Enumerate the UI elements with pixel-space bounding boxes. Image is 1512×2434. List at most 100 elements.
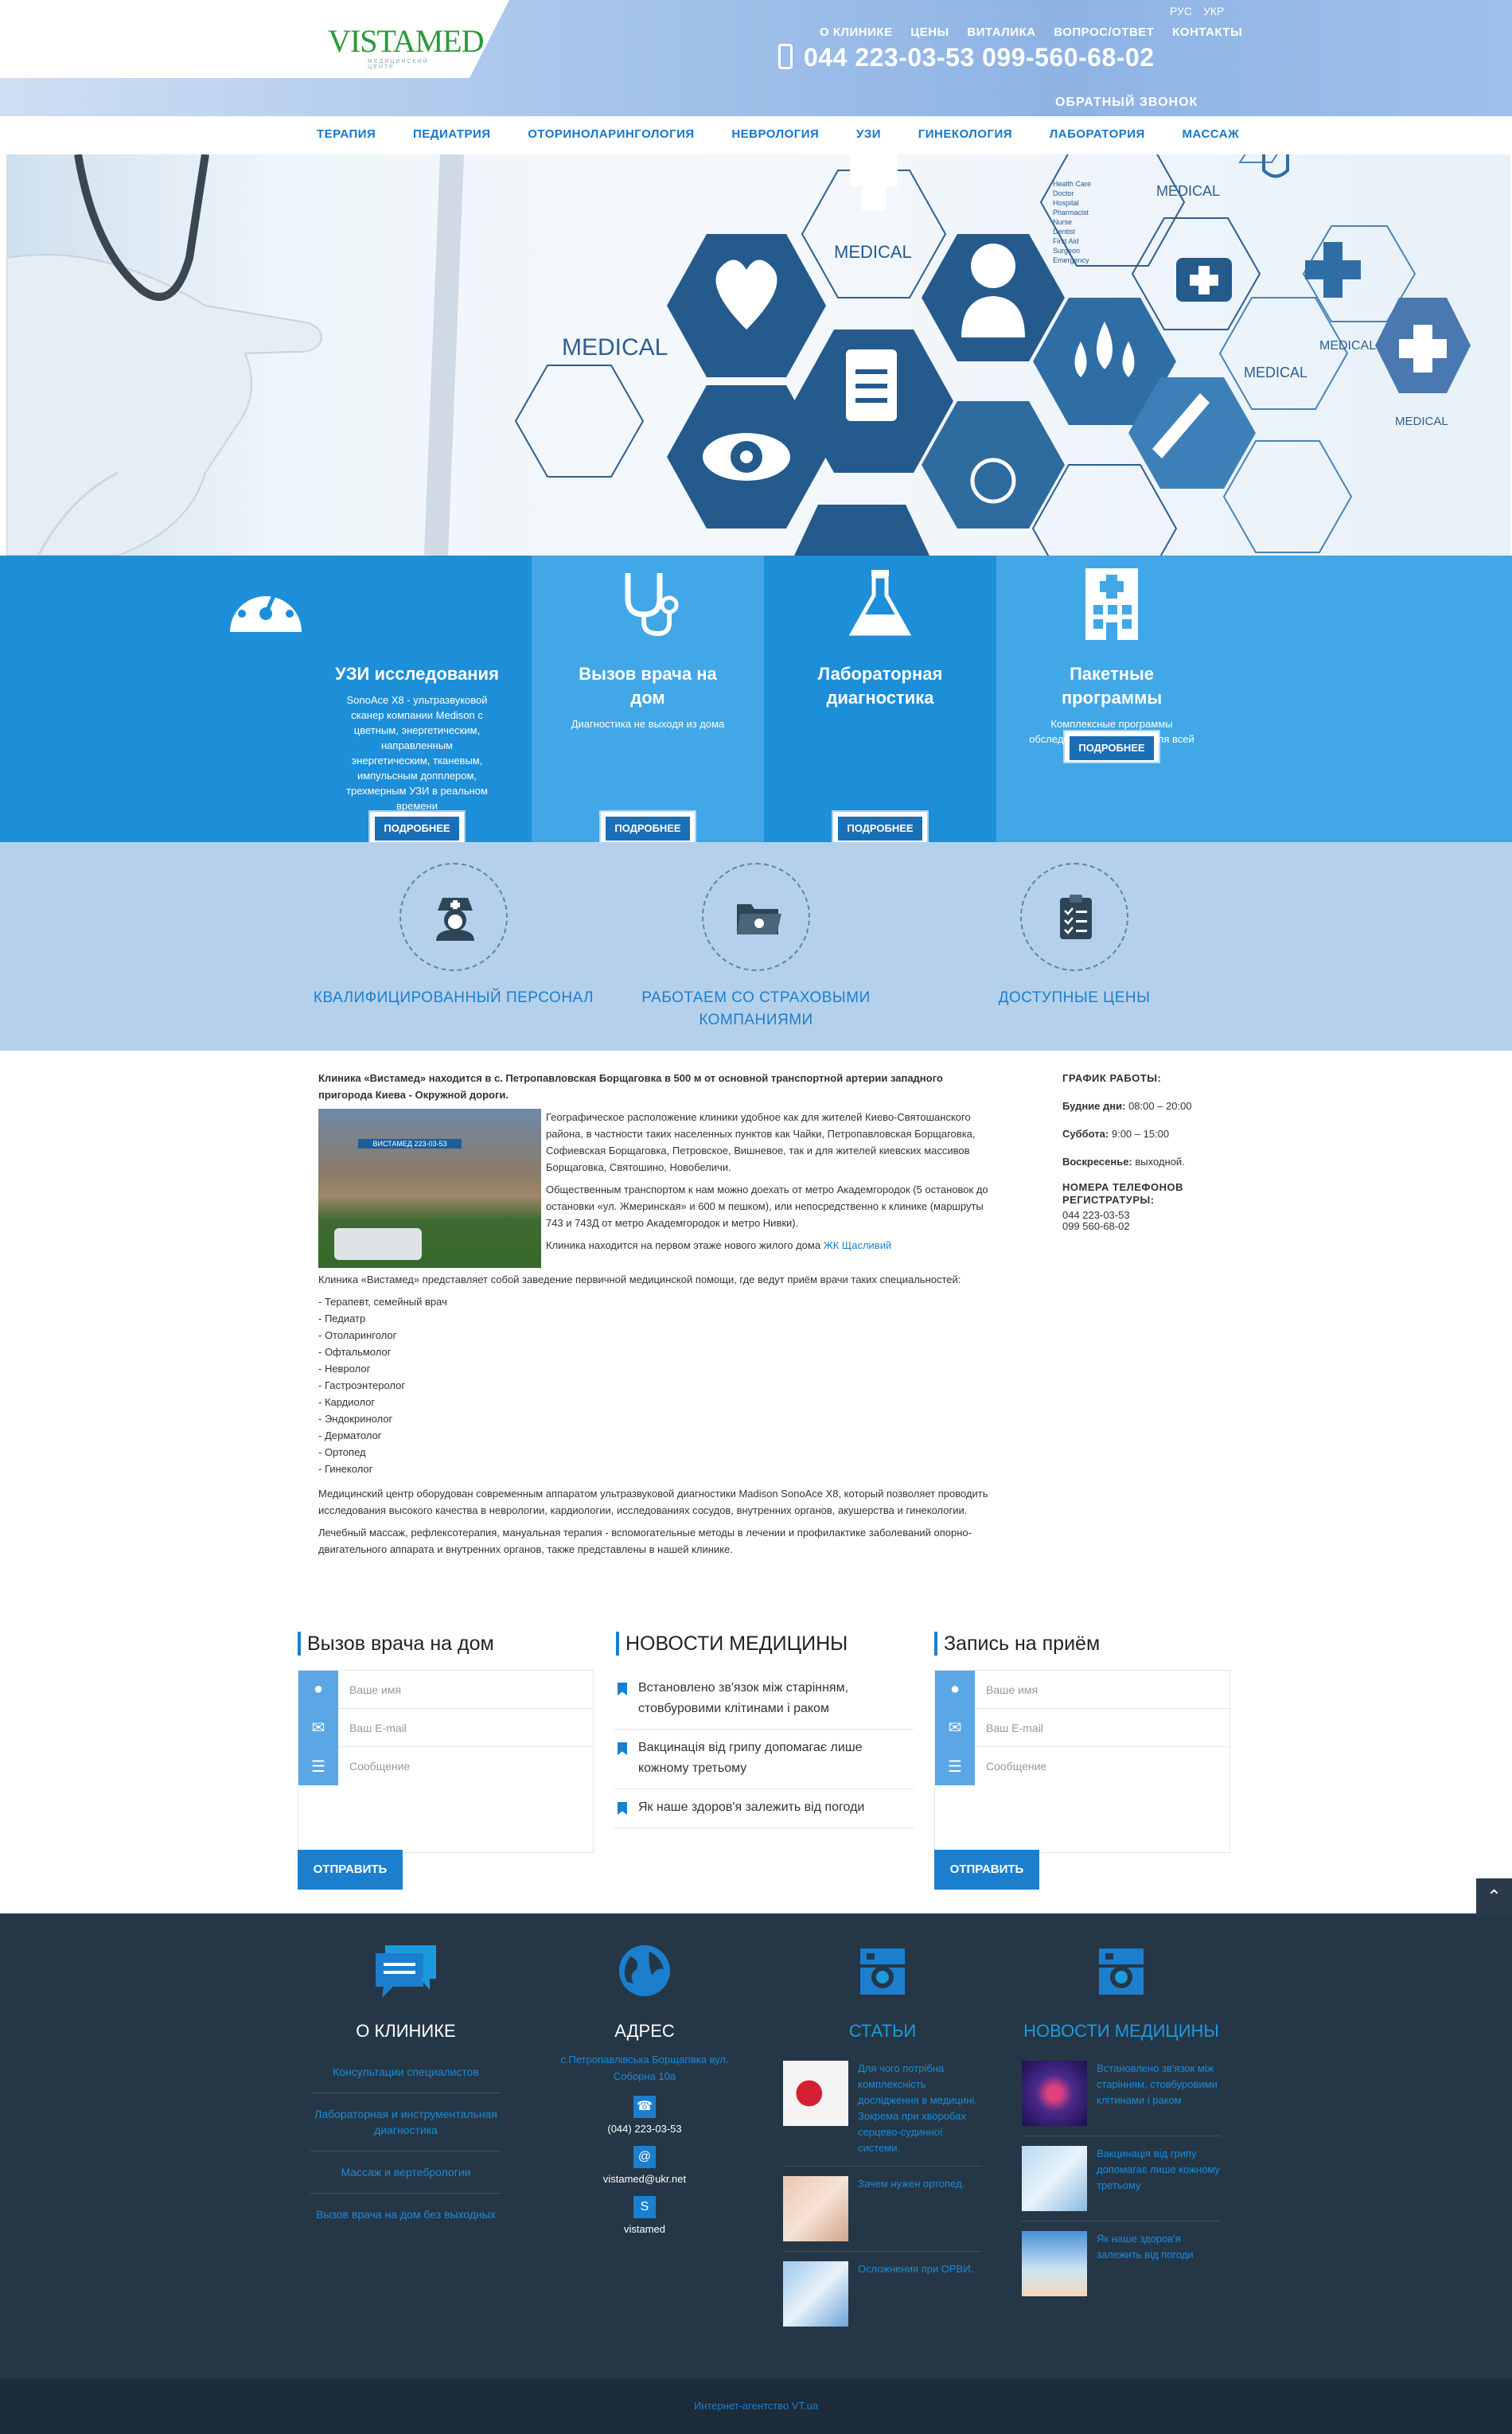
message-field[interactable]: ☰ Сообщение	[935, 1747, 1229, 1785]
hero-service-list: Health Care Doctor Hospital Pharmacist N…	[1053, 180, 1091, 264]
content-paragraph: Клиника «Вистамед» представляет собой за…	[318, 1274, 961, 1285]
registry-phone[interactable]: 044 223-03-53	[1062, 1210, 1222, 1221]
footer-news: НОВОСТИ МЕДИЦИНЫ Встановлено зв'язок між…	[1022, 1942, 1221, 2306]
content-paragraph: Медицинский центр оборудован современным…	[318, 1488, 988, 1516]
registry-phone[interactable]: 099 560-68-02	[1062, 1221, 1222, 1232]
scroll-top-button[interactable]: ⌃	[1476, 1878, 1512, 1917]
footer-news-item[interactable]: Вакцинація від грипу допомагає лише кожн…	[1022, 2136, 1221, 2221]
menu-ent[interactable]: ОТОРИНОЛАРИНГОЛОГИЯ	[528, 127, 694, 141]
top-nav-vitalika[interactable]: ВИТАЛИКА	[967, 25, 1035, 39]
list-item: - Терапевт, семейный врач	[318, 1296, 447, 1308]
appointment-title: Запись на приём	[934, 1632, 1100, 1656]
flask-icon	[848, 570, 912, 636]
menu-gynecology[interactable]: ГИНЕКОЛОГИЯ	[918, 127, 1012, 141]
language-switch: РУС УКР	[1170, 5, 1232, 18]
tile-more-button[interactable]: ПОДРОБНЕЕ	[368, 810, 466, 844]
camera-icon	[1099, 1948, 1144, 1995]
tile-more-button[interactable]: ПОДРОБНЕЕ	[832, 810, 929, 844]
list-item: - Невролог	[318, 1363, 371, 1375]
svg-text:Nurse: Nurse	[1053, 218, 1072, 226]
footer-skype[interactable]: vistamed	[549, 2223, 740, 2235]
article-item[interactable]: Для чого потрібна комплексність дослідже…	[783, 2051, 982, 2167]
article-item[interactable]: Зачем нужен ортопед.	[783, 2167, 982, 2252]
lang-ru[interactable]: РУС	[1170, 5, 1192, 18]
checklist-icon	[1020, 863, 1128, 971]
list-item: - Эндокринолог	[318, 1413, 393, 1425]
article-item[interactable]: Осложнения при ОРВИ.	[783, 2252, 982, 2336]
about-content: Клиника «Вистамед» находится в с. Петроп…	[318, 1070, 991, 1563]
content-paragraph: Лечебный массаж, рефлексотерапия, мануал…	[318, 1527, 972, 1555]
menu-pediatrics[interactable]: ПЕДИАТРИЯ	[413, 127, 491, 141]
menu-ultrasound[interactable]: УЗИ	[856, 127, 881, 141]
feature-tiles: УЗИ исследования SonoAce X8 - ультразвук…	[0, 556, 1512, 844]
name-field[interactable]: ● Ваше имя	[935, 1670, 1229, 1709]
logo-text: VISTAMED	[328, 23, 484, 59]
agency-link[interactable]: Интернет-агентство VT.ua	[694, 2400, 818, 2412]
skype-icon: S	[633, 2196, 656, 2218]
tile-more-button[interactable]: ПОДРОБНЕЕ	[599, 810, 696, 844]
phone-numbers[interactable]: 044 223-03-53 099-560-68-02	[804, 43, 1155, 72]
footer-link[interactable]: Вызов врача на дом без выходных	[310, 2194, 501, 2235]
tile-ultrasound: УЗИ исследования SonoAce X8 - ультразвук…	[0, 556, 532, 844]
tile-title: УЗИ исследования	[335, 664, 499, 684]
top-nav-faq[interactable]: ВОПРОС/ОТВЕТ	[1054, 25, 1154, 39]
tile-more-button[interactable]: ПОДРОБНЕЕ	[1063, 730, 1160, 763]
footer-email[interactable]: vistamed@ukr.net	[549, 2173, 740, 2185]
advantage-insurance: РАБОТАЕМ СО СТРАХОВЫМИ КОМПАНИЯМИ	[629, 863, 883, 1032]
hero-label-medical-4: MEDICAL	[1244, 365, 1307, 380]
footer-address: АДРЕС с.Петропавлівська Борщагівка вул. …	[549, 1942, 740, 2235]
hero-label-medical-3: MEDICAL	[1156, 183, 1220, 199]
email-field[interactable]: ✉ Ваш E-mail	[298, 1708, 593, 1747]
envelope-icon: ✉	[298, 1708, 338, 1747]
menu-neurology[interactable]: НЕВРОЛОГИЯ	[731, 127, 819, 141]
footer-about-title: О КЛИНИКЕ	[356, 2021, 456, 2041]
menu-laboratory[interactable]: ЛАБОРАТОРИЯ	[1050, 127, 1145, 141]
email-field[interactable]: ✉ Ваш E-mail	[935, 1708, 1229, 1747]
menu-therapy[interactable]: ТЕРАПИЯ	[317, 127, 376, 141]
name-field[interactable]: ● Ваше имя	[298, 1670, 593, 1709]
appointment-form: ● Ваше имя ✉ Ваш E-mail ☰ Сообщение	[934, 1670, 1230, 1853]
footer-phone[interactable]: (044) 223-03-53	[549, 2123, 740, 2135]
top-nav-contacts[interactable]: КОНТАКТЫ	[1172, 25, 1242, 39]
news-list: Встановлено зв'язок між старінням, стовб…	[614, 1670, 914, 1828]
call-send-button[interactable]: ОТПРАВИТЬ	[298, 1850, 403, 1890]
svg-text:Doctor: Doctor	[1053, 189, 1074, 197]
stethoscope-icon	[625, 573, 679, 637]
news-item[interactable]: Встановлено зв'язок між старінням, стовб…	[614, 1670, 914, 1730]
hero-banner: MEDICAL MEDICAL MEDICAL MEDICAL MEDICAL …	[6, 154, 1510, 556]
user-icon: ●	[298, 1670, 338, 1709]
globe-icon	[619, 1945, 670, 1996]
top-nav-about[interactable]: О КЛИНИКЕ	[820, 25, 893, 39]
news-item[interactable]: Як наше здоров'я залежить від погоди	[614, 1789, 914, 1828]
bookmark-icon	[618, 1742, 627, 1755]
logo[interactable]: VISTAMED МЕДИЦИНСКИЙ ЦЕНТР	[328, 18, 484, 81]
footer-link[interactable]: Массаж и вертебрологии	[310, 2151, 501, 2194]
advantage-prices: ДОСТУПНЫЕ ЦЕНЫ	[963, 863, 1186, 1009]
top-nav-prices[interactable]: ЦЕНЫ	[910, 25, 949, 39]
complex-link[interactable]: ЖК Щасливий	[824, 1239, 892, 1251]
svg-text:Surgeon: Surgeon	[1053, 247, 1080, 255]
phones-title: НОМЕРА ТЕЛЕФОНОВ РЕГИСТРАТУРЫ:	[1062, 1181, 1184, 1206]
message-field[interactable]: ☰ Сообщение	[298, 1747, 593, 1785]
doctor-icon	[971, 244, 1015, 288]
footer-link[interactable]: Лабораторная и инструментальная диагност…	[310, 2093, 501, 2151]
hero-label-medical-6: MEDICAL	[1395, 415, 1448, 428]
footer-link[interactable]: Консультации специалистов	[310, 2051, 501, 2093]
news-item[interactable]: Вакцинація від грипу допомагає лише кожн…	[614, 1730, 914, 1789]
footer-articles-title: СТАТЬИ	[848, 2021, 917, 2041]
callback-button[interactable]: ОБРАТНЫЙ ЗВОНОК	[1055, 96, 1198, 110]
lang-ua[interactable]: УКР	[1203, 5, 1224, 18]
text-icon: ☰	[298, 1747, 338, 1785]
tile-title: Лабораторная диагностика	[817, 664, 943, 708]
svg-text:Health Care: Health Care	[1053, 180, 1091, 188]
menu-massage[interactable]: МАССАЖ	[1183, 127, 1240, 141]
footer-news-item[interactable]: Встановлено зв'язок між старінням, стовб…	[1022, 2051, 1221, 2136]
advantages: КВАЛИФИЦИРОВАННЫЙ ПЕРСОНАЛ РАБОТАЕМ СО С…	[0, 842, 1512, 1051]
list-item: - Офтальмолог	[318, 1346, 392, 1358]
list-item: - Дерматолог	[318, 1430, 382, 1441]
speedometer-icon	[230, 582, 302, 632]
folder-icon	[702, 863, 810, 971]
appointment-send-button[interactable]: ОТПРАВИТЬ	[934, 1850, 1039, 1890]
header-phone: 044 223-03-53 099-560-68-02	[778, 43, 1155, 72]
footer-news-item[interactable]: Як наше здоров'я залежить від погоди	[1022, 2221, 1221, 2306]
